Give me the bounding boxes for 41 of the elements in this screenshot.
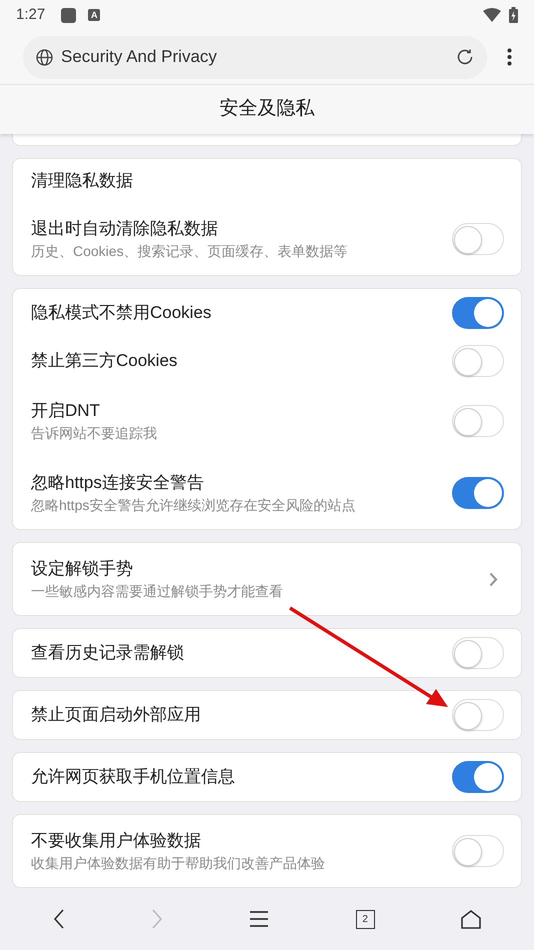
toggle-switch[interactable] <box>452 699 504 731</box>
setting-title: 允许网页获取手机位置信息 <box>31 766 236 788</box>
toggle-switch[interactable] <box>452 223 504 255</box>
toggle-switch[interactable] <box>452 297 504 329</box>
setting-description: 历史、Cookies、搜索记录、页面缓存、表单数据等 <box>31 242 349 261</box>
setting-description: 告诉网站不要追踪我 <box>31 424 158 443</box>
setting-title: 查看历史记录需解锁 <box>31 642 185 664</box>
refresh-icon[interactable] <box>456 48 474 66</box>
status-time: 1:27 <box>16 4 46 25</box>
setting-title: 禁止页面启动外部应用 <box>31 704 202 726</box>
setting-title: 禁止第三方Cookies <box>31 350 178 372</box>
notification-icon <box>61 8 76 22</box>
toggle-switch[interactable] <box>452 477 504 509</box>
tabs-button[interactable]: 2 <box>356 910 375 928</box>
setting-description: 忽略https安全警告允许继续浏览存在安全风险的站点 <box>31 496 356 515</box>
address-bar[interactable]: Security And Privacy <box>23 36 487 78</box>
page-address-title: Security And Privacy <box>61 46 218 68</box>
menu-icon[interactable] <box>249 910 270 928</box>
setting-description: 一些敏感内容需要通过解锁手势才能查看 <box>31 582 284 601</box>
more-options-icon[interactable] <box>507 48 512 66</box>
setting-title: 忽略https连接安全警告 <box>31 472 205 494</box>
page-title: 安全及隐私 <box>220 97 314 122</box>
keyboard-icon: A <box>88 9 100 21</box>
battery-icon <box>509 7 518 23</box>
setting-description: 收集用户体验数据有助于帮助我们改善产品体验 <box>31 854 326 873</box>
wifi-icon <box>483 8 501 22</box>
section-header: 清理隐私数据 <box>31 170 134 192</box>
chevron-right-icon <box>489 572 498 586</box>
toggle-switch[interactable] <box>452 835 504 867</box>
toggle-switch[interactable] <box>452 345 504 377</box>
globe-icon <box>36 48 53 66</box>
home-icon[interactable] <box>460 910 481 928</box>
setting-title: 隐私模式不禁用Cookies <box>31 302 212 324</box>
setting-title: 开启DNT <box>31 400 101 422</box>
setting-title: 不要收集用户体验数据 <box>31 830 202 852</box>
toggle-switch[interactable] <box>452 637 504 669</box>
back-icon[interactable] <box>53 909 66 929</box>
setting-title: 设定解锁手势 <box>31 558 134 580</box>
setting-title: 退出时自动清除隐私数据 <box>31 218 219 240</box>
toggle-switch[interactable] <box>452 405 504 437</box>
toggle-switch[interactable] <box>452 761 504 793</box>
